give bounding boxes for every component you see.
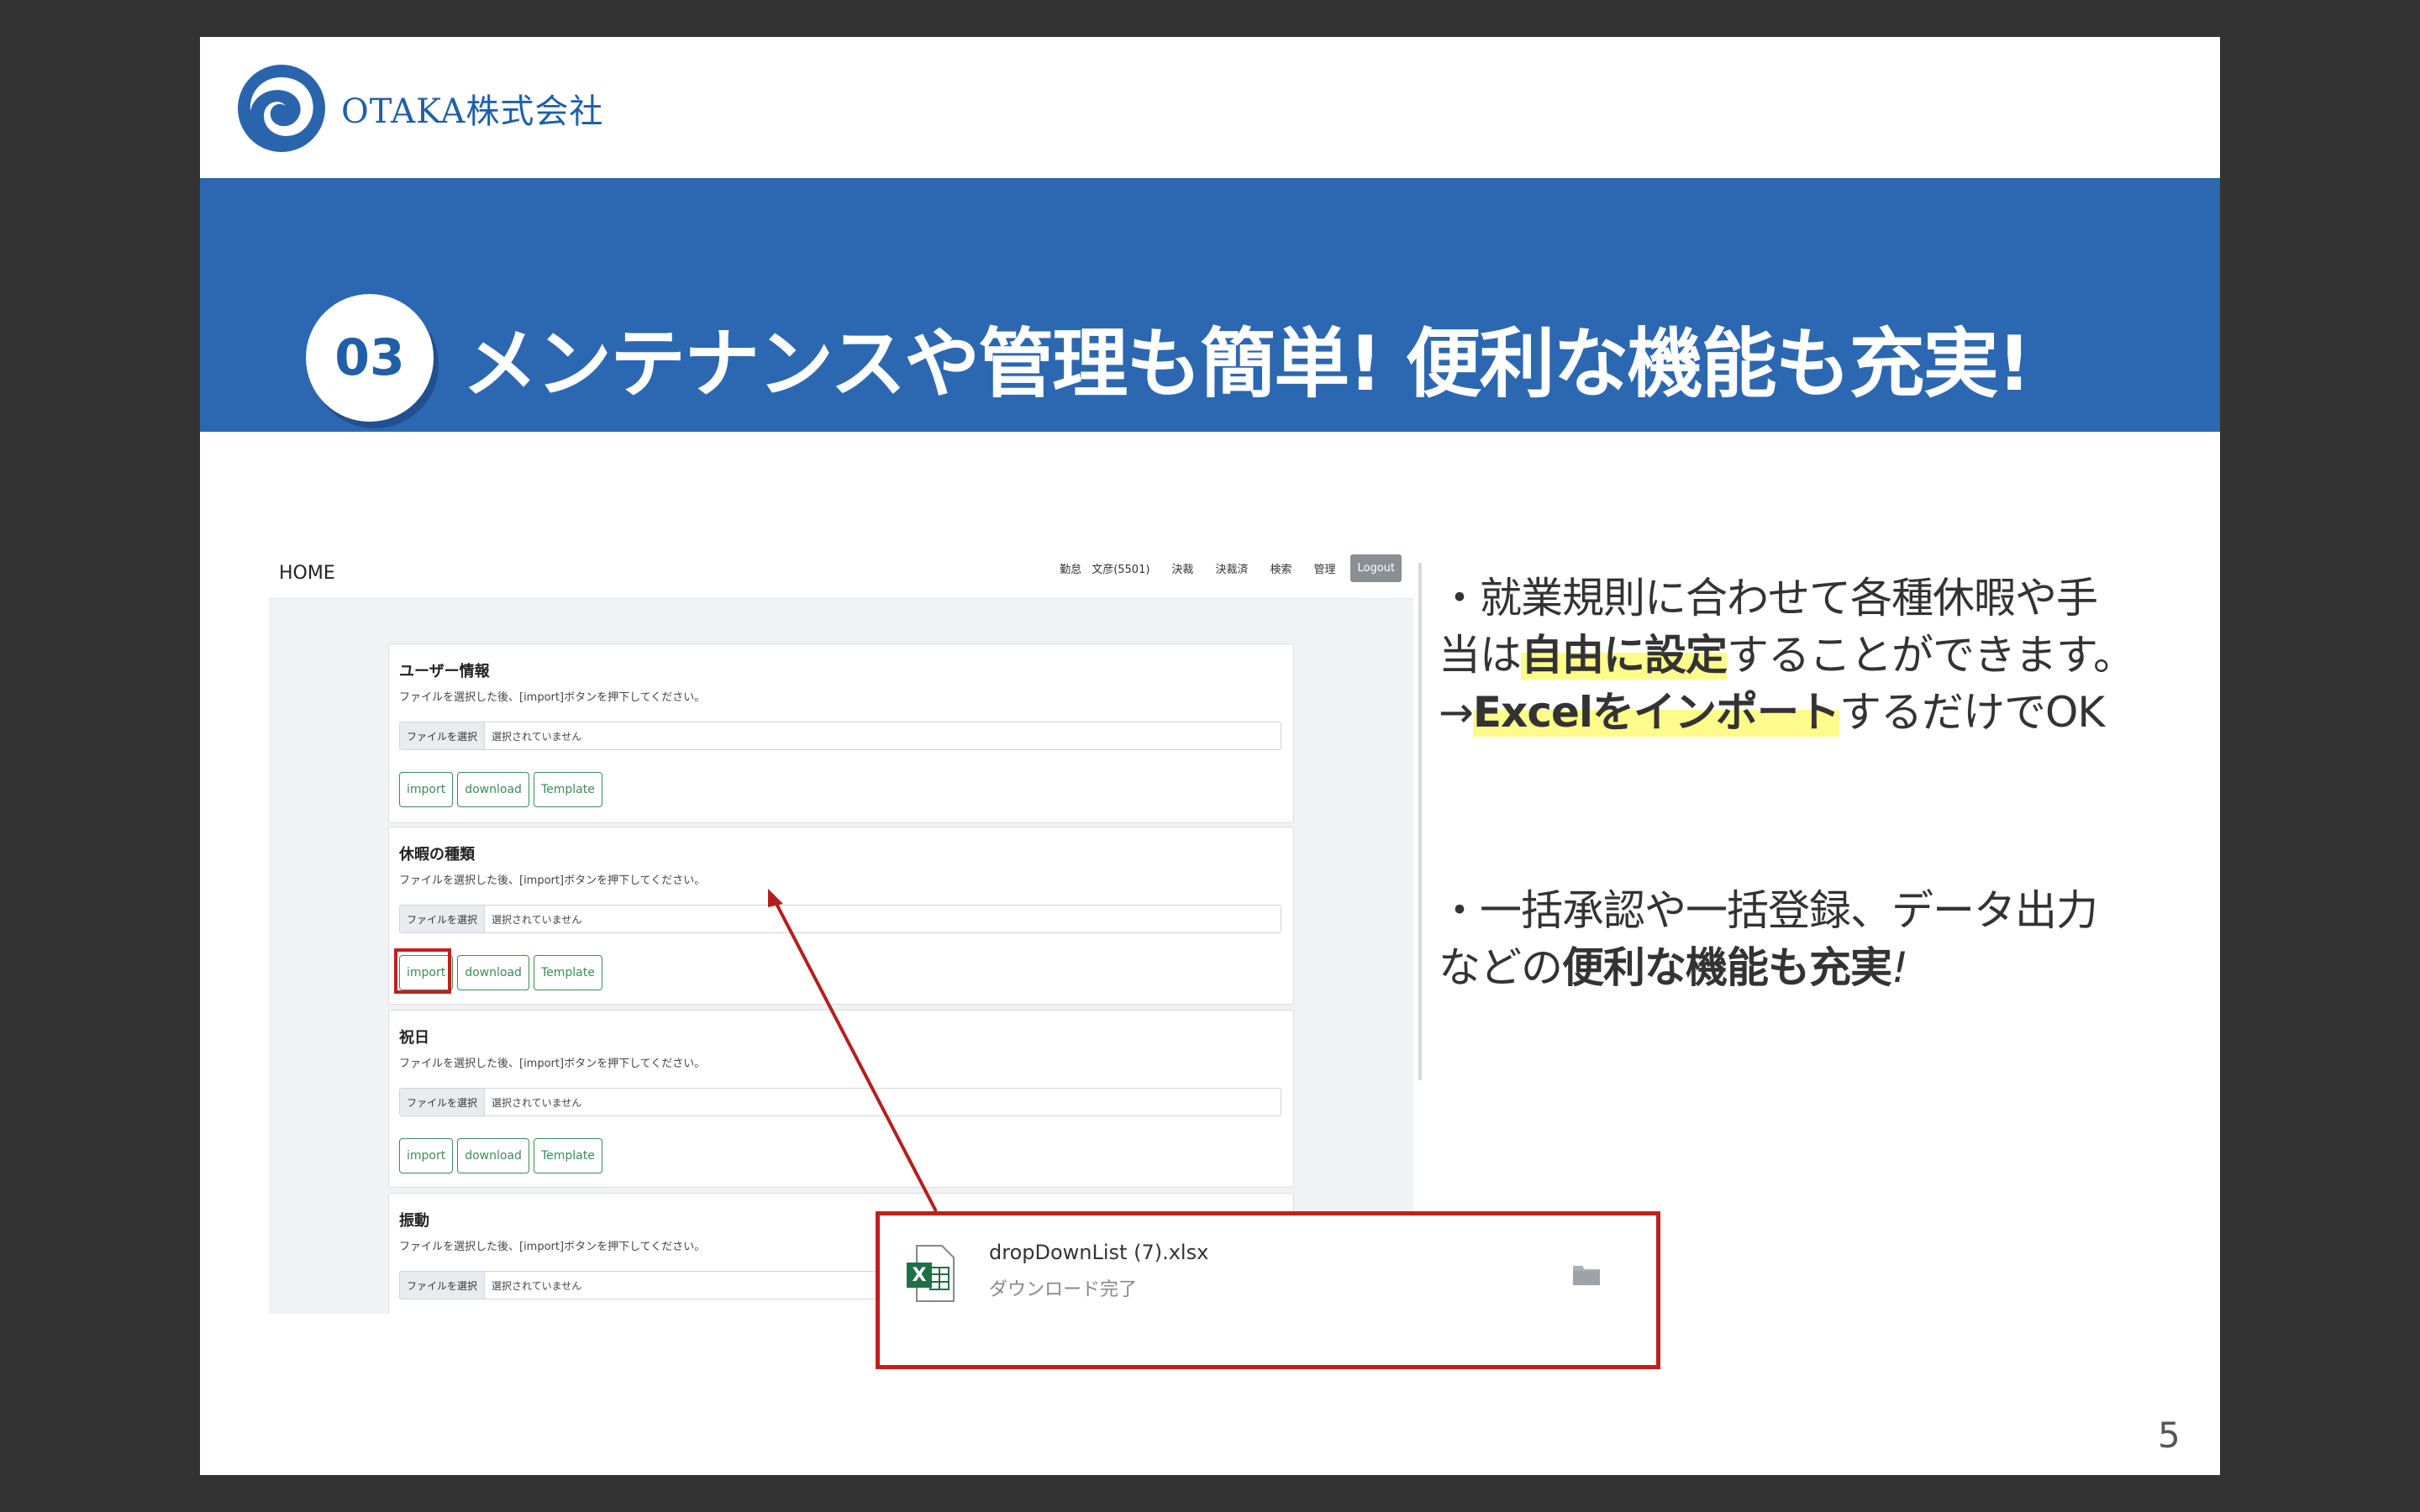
folder-icon[interactable] bbox=[1572, 1263, 1601, 1286]
arrowhead-icon bbox=[768, 889, 783, 907]
svg-text:X: X bbox=[913, 1265, 927, 1286]
page-number: 5 bbox=[2158, 1415, 2181, 1456]
download-status: ダウンロード完了 bbox=[989, 1279, 1138, 1300]
download-filename[interactable]: dropDownList (7).xlsx bbox=[989, 1241, 1208, 1264]
slide: OTAKA株式会社 03 メンテナンスや管理も簡単! 便利な機能も充実! HOM… bbox=[200, 37, 2220, 1475]
download-notification: X dropDownList (7).xlsx ダウンロード完了 bbox=[876, 1211, 1660, 1369]
excel-file-icon: X bbox=[907, 1245, 955, 1302]
